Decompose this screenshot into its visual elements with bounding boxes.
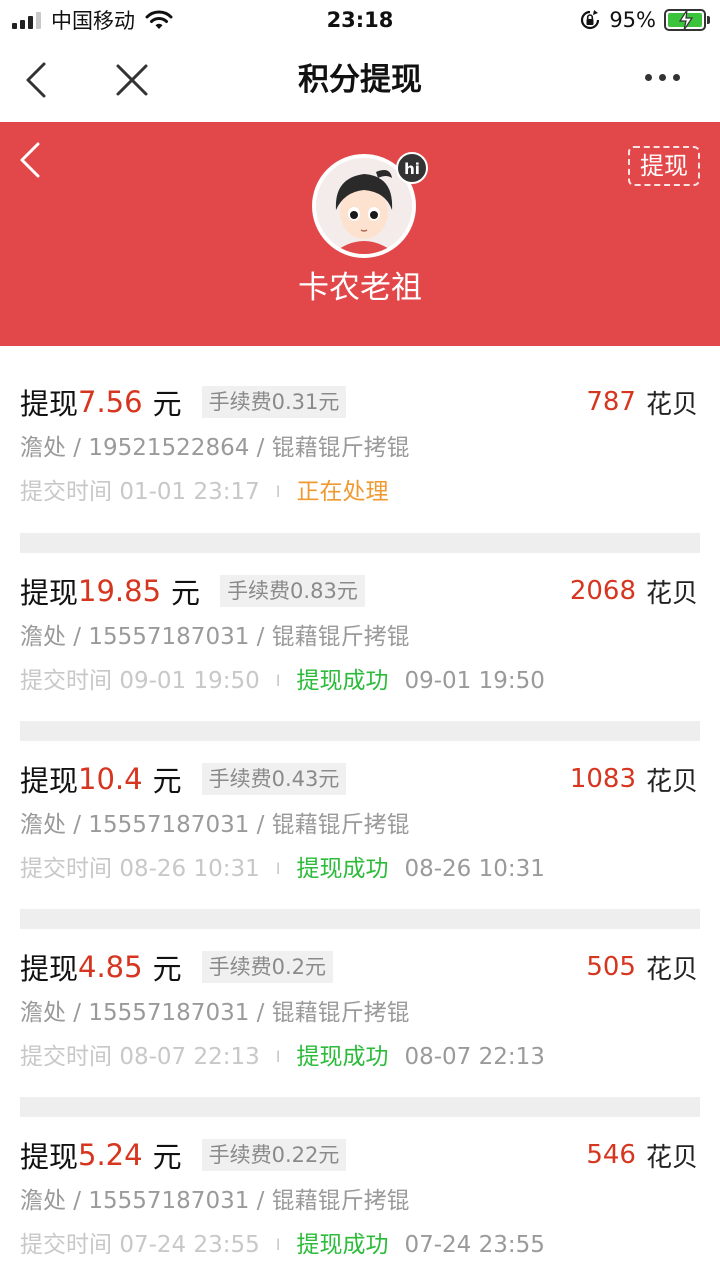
fee-badge: 手续费0.2元 bbox=[201, 951, 334, 983]
more-dots-icon[interactable] bbox=[645, 74, 680, 81]
points-value: 787 bbox=[586, 387, 636, 417]
profile-banner: 提现 hi 卡农老祖 bbox=[0, 122, 720, 346]
withdraw-title: 提现 19.85 元 手续费0.83元 bbox=[20, 571, 365, 611]
account-info: 澹处 / 15557187031 / 锟藉锟斤拷锟 bbox=[20, 624, 410, 650]
currency-unit: 元 bbox=[152, 764, 182, 798]
account-info: 澹处 / 19521522864 / 锟藉锟斤拷锟 bbox=[20, 435, 410, 461]
points-unit: 花贝 bbox=[645, 766, 698, 797]
separator: I bbox=[275, 482, 281, 501]
withdraw-prefix: 提现 bbox=[20, 576, 79, 610]
done-time: 07-24 23:55 bbox=[404, 1232, 545, 1258]
points-value: 1083 bbox=[569, 764, 636, 794]
points-value: 2068 bbox=[569, 576, 636, 606]
points-unit: 花贝 bbox=[645, 1142, 698, 1173]
points-value: 546 bbox=[586, 1140, 636, 1170]
submit-time: 01-01 23:17 bbox=[119, 479, 260, 505]
chevron-left-icon[interactable] bbox=[16, 140, 46, 180]
submit-time: 08-26 10:31 bbox=[119, 856, 260, 882]
hi-badge: hi bbox=[396, 152, 428, 184]
separator: I bbox=[275, 859, 281, 878]
withdraw-prefix: 提现 bbox=[20, 387, 79, 421]
withdraw-title: 提现 4.85 元 手续费0.2元 bbox=[20, 947, 334, 987]
submit-time: 09-01 19:50 bbox=[119, 668, 260, 694]
divider bbox=[20, 909, 700, 929]
username: 卡农老祖 bbox=[298, 270, 422, 306]
withdraw-title: 提现 7.56 元 手续费0.31元 bbox=[20, 382, 347, 422]
points-value: 505 bbox=[586, 952, 636, 982]
divider bbox=[20, 721, 700, 741]
battery-icon bbox=[664, 9, 710, 31]
status-line: 提交时间 09-01 19:50 I 提现成功 09-01 19:50 bbox=[20, 665, 545, 697]
nav-bar: 积分提现 bbox=[0, 40, 720, 122]
fee-badge: 手续费0.31元 bbox=[201, 386, 347, 418]
list-item[interactable]: 提现 7.56 元 手续费0.31元 787 花贝 澹处 / 19521522864 … bbox=[0, 364, 720, 532]
status-badge: 提现成功 bbox=[296, 856, 389, 882]
list-item[interactable]: 提现 5.24 元 手续费0.22元 546 花贝 澹处 / 15557187031 … bbox=[0, 1117, 720, 1280]
submit-time: 08-07 22:13 bbox=[119, 1044, 260, 1070]
account-info: 澹处 / 15557187031 / 锟藉锟斤拷锟 bbox=[20, 812, 410, 838]
submit-label: 提交时间 bbox=[20, 1044, 112, 1070]
points: 787 花贝 bbox=[586, 382, 698, 422]
status-right: 95% bbox=[579, 6, 710, 34]
currency-unit: 元 bbox=[152, 387, 182, 421]
status-badge: 提现成功 bbox=[296, 668, 389, 694]
account-info: 澹处 / 15557187031 / 锟藉锟斤拷锟 bbox=[20, 1000, 410, 1026]
account-info: 澹处 / 15557187031 / 锟藉锟斤拷锟 bbox=[20, 1188, 410, 1214]
status-badge: 正在处理 bbox=[296, 479, 389, 505]
points: 1083 花贝 bbox=[570, 759, 698, 799]
points: 546 花贝 bbox=[586, 1135, 698, 1175]
divider bbox=[20, 533, 700, 553]
list-item[interactable]: 提现 4.85 元 手续费0.2元 505 花贝 澹处 / 15557187031 /… bbox=[0, 929, 720, 1097]
battery-percent: 95% bbox=[609, 8, 656, 32]
withdraw-title: 提现 10.4 元 手续费0.43元 bbox=[20, 759, 347, 799]
fee-badge: 手续费0.43元 bbox=[201, 763, 347, 795]
list-item[interactable]: 提现 19.85 元 手续费0.83元 2068 花贝 澹处 / 1555718703… bbox=[0, 553, 720, 721]
status-line: 提交时间 08-07 22:13 I 提现成功 08-07 22:13 bbox=[20, 1041, 545, 1073]
status-line: 提交时间 07-24 23:55 I 提现成功 07-24 23:55 bbox=[20, 1229, 545, 1261]
status-badge: 提现成功 bbox=[296, 1232, 389, 1258]
list-item[interactable]: 提现 10.4 元 手续费0.43元 1083 花贝 澹处 / 15557187031… bbox=[0, 741, 720, 909]
withdraw-amount: 4.85 bbox=[78, 950, 143, 984]
points-unit: 花贝 bbox=[645, 954, 698, 985]
divider bbox=[20, 1097, 700, 1117]
withdraw-amount: 10.4 bbox=[78, 762, 143, 796]
submit-label: 提交时间 bbox=[20, 1232, 112, 1258]
fee-badge: 手续费0.22元 bbox=[201, 1139, 347, 1171]
rotation-lock-icon bbox=[581, 10, 600, 30]
currency-unit: 元 bbox=[171, 576, 201, 610]
submit-label: 提交时间 bbox=[20, 856, 112, 882]
withdraw-prefix: 提现 bbox=[20, 764, 79, 798]
withdraw-amount: 19.85 bbox=[78, 574, 162, 608]
withdraw-title: 提现 5.24 元 手续费0.22元 bbox=[20, 1135, 347, 1175]
status-line: 提交时间 08-26 10:31 I 提现成功 08-26 10:31 bbox=[20, 853, 545, 885]
withdraw-prefix: 提现 bbox=[20, 1140, 79, 1174]
separator: I bbox=[275, 1047, 281, 1066]
withdraw-amount: 5.24 bbox=[78, 1138, 143, 1172]
submit-time: 07-24 23:55 bbox=[119, 1232, 260, 1258]
submit-label: 提交时间 bbox=[20, 668, 112, 694]
done-time: 09-01 19:50 bbox=[404, 668, 545, 694]
currency-unit: 元 bbox=[152, 1140, 182, 1174]
done-time: 08-26 10:31 bbox=[404, 856, 545, 882]
done-time: 08-07 22:13 bbox=[404, 1044, 545, 1070]
status-badge: 提现成功 bbox=[296, 1044, 389, 1070]
submit-label: 提交时间 bbox=[20, 479, 112, 505]
points: 505 花贝 bbox=[586, 947, 698, 987]
page-title: 积分提现 bbox=[298, 62, 422, 98]
points: 2068 花贝 bbox=[570, 571, 698, 611]
fee-badge: 手续费0.83元 bbox=[220, 575, 365, 607]
points-unit: 花贝 bbox=[645, 578, 698, 609]
withdraw-button[interactable]: 提现 bbox=[628, 146, 700, 186]
status-line: 提交时间 01-01 23:17 I 正在处理 bbox=[20, 476, 388, 508]
status-bar: 中国移动 23:18 95% bbox=[0, 0, 720, 40]
withdraw-prefix: 提现 bbox=[20, 952, 79, 986]
separator: I bbox=[275, 671, 281, 690]
separator: I bbox=[275, 1235, 281, 1254]
currency-unit: 元 bbox=[152, 952, 182, 986]
withdraw-amount: 7.56 bbox=[78, 385, 143, 419]
points-unit: 花贝 bbox=[645, 389, 698, 420]
